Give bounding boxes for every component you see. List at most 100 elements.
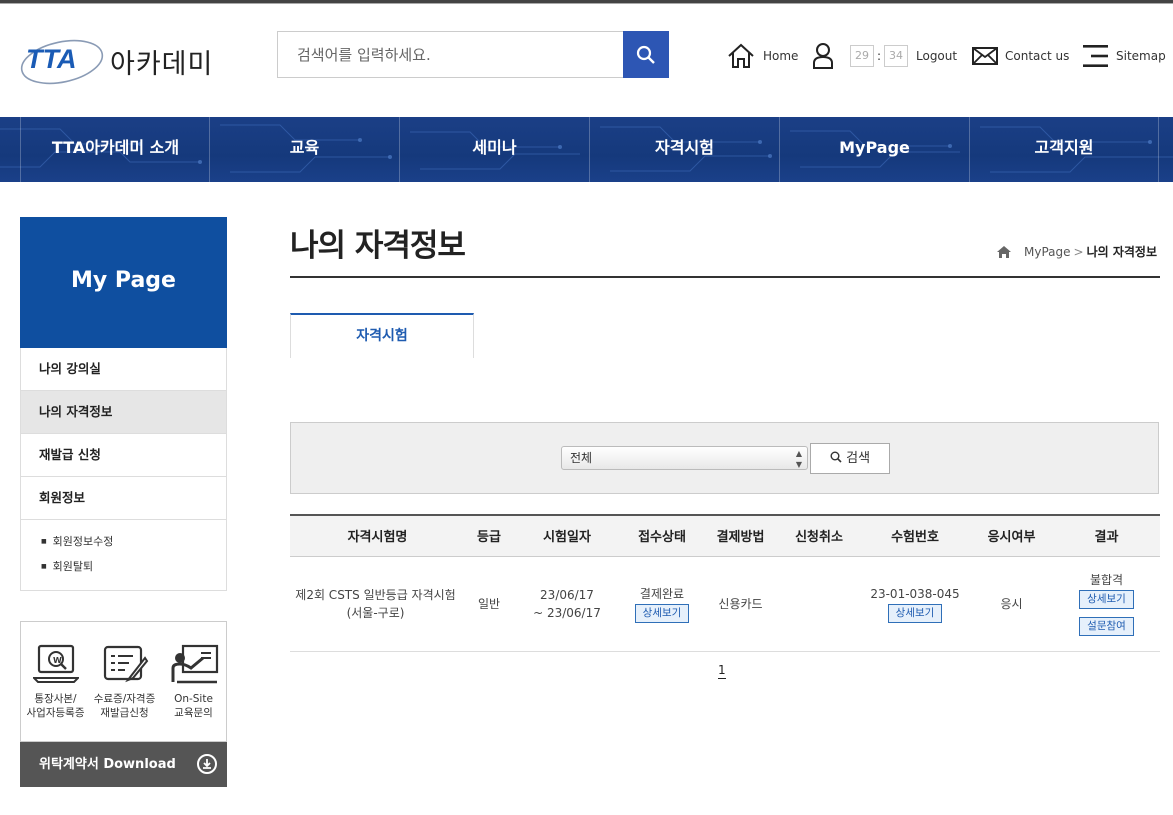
quick-bankbook[interactable]: W 통장사본/사업자등록증 (21, 622, 90, 743)
breadcrumb-current: 나의 자격정보 (1086, 245, 1157, 259)
menu-icon (1083, 45, 1108, 67)
timer-minutes: 29 (850, 45, 874, 67)
quick-reissue-line1: 수료증/자격증 (93, 693, 156, 705)
quick-onsite-line1: On-Site (174, 693, 213, 705)
nav-item-mypage[interactable]: MyPage (779, 117, 969, 182)
svg-text:W: W (53, 656, 62, 665)
document-edit-icon (103, 645, 149, 683)
breadcrumb: MyPage > 나의 자격정보 (996, 243, 1157, 260)
cell-grade: 일반 (465, 556, 513, 652)
cell-exam-no: 23-01-038-045 상세보기 (860, 556, 970, 652)
search-icon (830, 451, 842, 463)
col-exam-name: 자격시험명 (290, 514, 465, 557)
nav-item-education[interactable]: 교육 (209, 117, 399, 182)
col-exam-no: 수험번호 (860, 514, 970, 557)
laptop-search-icon: W (33, 644, 79, 683)
timer-separator: : (877, 49, 882, 63)
breadcrumb-separator: > (1073, 244, 1084, 259)
status-text: 결제완료 (639, 586, 685, 601)
breadcrumb-parent[interactable]: MyPage (1024, 245, 1071, 259)
sidebar-item-reissue[interactable]: 재발급 신청 (21, 434, 226, 477)
sidebar-item-my-classroom[interactable]: 나의 강의실 (21, 348, 226, 391)
download-icon (197, 754, 217, 774)
sidebar-item-my-certification[interactable]: 나의 자격정보 (21, 391, 226, 434)
cell-exam-date: 23/06/17 ~ 23/06/17 (513, 556, 621, 652)
cell-cancel (778, 556, 860, 652)
date-from: 23/06/17 (540, 587, 594, 602)
nav-item-support[interactable]: 고객지원 (969, 117, 1159, 182)
home-link[interactable]: Home (727, 40, 798, 72)
cell-exam-name: 제2회 CSTS 일반등급 자격시험(서울-구로) (290, 556, 465, 652)
contract-download-button[interactable]: 위탁계약서 Download (20, 742, 227, 787)
survey-button[interactable]: 설문참여 (1079, 617, 1134, 636)
page-title: 나의 자격정보 (290, 228, 466, 264)
sitemap-link[interactable]: Sitemap (1082, 40, 1166, 72)
title-divider (290, 276, 1160, 278)
sidebar-sub-withdraw[interactable]: 회원탈퇴 (41, 559, 226, 584)
main-nav: TTA아카데미 소개 교육 세미나 자격시험 MyPage 고객지원 (0, 117, 1173, 182)
search-input[interactable] (278, 32, 624, 77)
logout-label: Logout (916, 49, 958, 63)
sidebar-title: My Page (20, 217, 227, 348)
quick-onsite[interactable]: On-Site 교육문의 (159, 622, 228, 743)
table-row: 제2회 CSTS 일반등급 자격시험(서울-구로) 일반 23/06/17 ~ … (290, 556, 1160, 652)
download-label: 위탁계약서 Download (39, 757, 176, 772)
home-icon (728, 43, 754, 68)
sidebar-menu: 나의 강의실 나의 자격정보 재발급 신청 회원정보 회원정보수정 회원탈퇴 (20, 348, 227, 591)
search-button[interactable] (623, 31, 669, 78)
quick-bankbook-line1: 통장사본/ (34, 693, 77, 705)
cell-result: 불합격 상세보기 설문참여 (1053, 556, 1160, 652)
filter-search-button[interactable]: 검색 (810, 443, 890, 474)
certification-table: 자격시험명 등급 시험일자 접수상태 결제방법 신청취소 수험번호 응시여부 결… (290, 514, 1160, 652)
nav-item-certification[interactable]: 자격시험 (589, 117, 779, 182)
quick-reissue-line2: 재발급신청 (100, 707, 149, 719)
nav-item-intro[interactable]: TTA아카데미 소개 (20, 117, 210, 182)
logout-link[interactable]: Logout (916, 40, 957, 72)
contact-link[interactable]: Contact us (972, 40, 1069, 72)
sidebar-item-member-info[interactable]: 회원정보 (21, 477, 226, 520)
search-bar (277, 31, 669, 78)
status-detail-button[interactable]: 상세보기 (634, 603, 690, 623)
date-to: ~ 23/06/17 (533, 605, 601, 620)
col-payment: 결제방법 (703, 514, 778, 557)
sitemap-label: Sitemap (1116, 49, 1166, 63)
teacher-board-icon (171, 644, 219, 684)
contact-label: Contact us (1005, 49, 1070, 63)
home-icon[interactable] (996, 245, 1012, 259)
col-status: 접수상태 (621, 514, 703, 557)
status-select[interactable]: 전체 ▲ ▼ (561, 446, 808, 470)
mail-icon (972, 47, 998, 65)
search-icon (636, 45, 655, 64)
quick-bankbook-line2: 사업자등록증 (26, 707, 85, 719)
session-timer: 29 : 34 (850, 40, 909, 72)
col-cancel: 신청취소 (778, 514, 860, 557)
user-icon[interactable] (812, 40, 834, 72)
cell-payment: 신용카드 (703, 556, 778, 652)
sidebar-sub-edit-info[interactable]: 회원정보수정 (41, 534, 226, 559)
result-text: 불합격 (1089, 573, 1124, 587)
svg-text:TTA: TTA (26, 44, 76, 74)
result-detail-button[interactable]: 상세보기 (1079, 590, 1134, 609)
col-exam-date: 시험일자 (513, 514, 621, 557)
nav-item-seminar[interactable]: 세미나 (399, 117, 589, 182)
brand-name: 아카데미 (110, 49, 214, 80)
exam-number: 23-01-038-045 (870, 586, 960, 601)
col-attend: 응시여부 (970, 514, 1053, 557)
cell-status: 결제완료 상세보기 (621, 556, 703, 652)
quick-links: W 통장사본/사업자등록증 수료증/자격증재발급신청 On-Site 교육문의 (20, 621, 227, 742)
col-grade: 등급 (465, 514, 513, 557)
header: TTA 아카데미 Home 29 : 34 Logout (0, 4, 1173, 117)
pagination-page-1[interactable]: 1 (718, 662, 726, 679)
col-result: 결과 (1053, 514, 1160, 557)
cell-attend: 응시 (970, 556, 1053, 652)
sidebar-submenu: 회원정보수정 회원탈퇴 (21, 520, 226, 590)
table-header-row: 자격시험명 등급 시험일자 접수상태 결제방법 신청취소 수험번호 응시여부 결… (290, 514, 1160, 557)
tab-certification-exam[interactable]: 자격시험 (290, 313, 474, 358)
timer-seconds: 34 (884, 45, 909, 67)
filter-search-label: 검색 (846, 451, 871, 466)
status-select-value: 전체 (570, 451, 593, 465)
quick-onsite-line2: 교육문의 (174, 707, 213, 719)
exam-detail-button[interactable]: 상세보기 (887, 603, 943, 623)
quick-reissue[interactable]: 수료증/자격증재발급신청 (90, 622, 159, 743)
home-label: Home (763, 49, 799, 63)
